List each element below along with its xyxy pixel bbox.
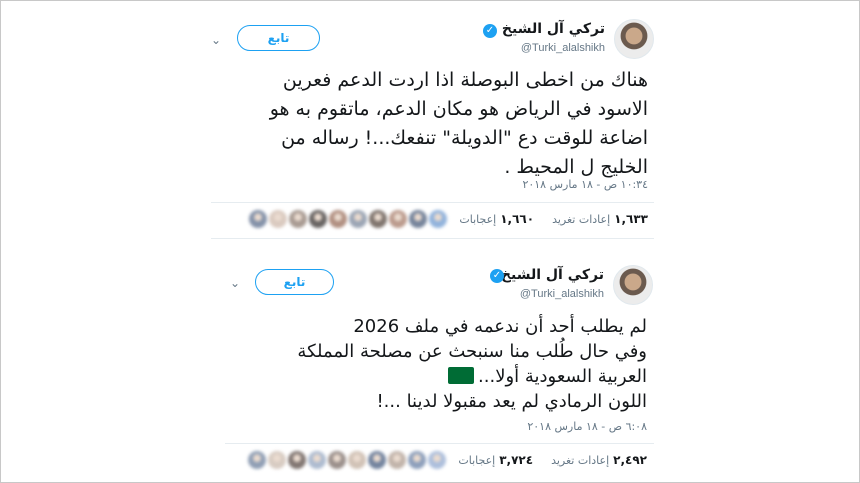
- liker-avatar[interactable]: [289, 210, 308, 228]
- tweet-line: العربية السعودية أولا...: [478, 366, 647, 387]
- retweet-label[interactable]: إعادات تغريد: [552, 213, 610, 226]
- like-label[interactable]: إعجابات: [459, 213, 496, 226]
- liker-avatar[interactable]: [308, 451, 327, 469]
- tweet-card: تركي آل الشيخ ✓ @Turki_alalshikh تابع ⌄ …: [225, 255, 660, 483]
- author-name[interactable]: تركي آل الشيخ: [502, 21, 605, 37]
- liker-avatar[interactable]: [329, 210, 348, 228]
- tweet-timestamp[interactable]: ١٠:٣٤ ص - ١٨ مارس ٢٠١٨: [522, 178, 648, 191]
- liker-avatar[interactable]: [409, 210, 428, 228]
- like-count[interactable]: ١,٦٦٠: [500, 212, 534, 226]
- avatar[interactable]: [614, 19, 654, 59]
- liker-avatar[interactable]: [368, 451, 387, 469]
- retweet-label[interactable]: إعادات تغريد: [551, 454, 609, 467]
- liker-avatar[interactable]: [408, 451, 427, 469]
- liker-avatars[interactable]: [249, 210, 448, 228]
- verified-badge-icon: ✓: [483, 24, 497, 38]
- avatar[interactable]: [613, 265, 653, 305]
- chevron-down-icon[interactable]: ⌄: [209, 33, 223, 47]
- liker-avatar[interactable]: [429, 210, 448, 228]
- like-label[interactable]: إعجابات: [458, 454, 495, 467]
- follow-button[interactable]: تابع: [255, 269, 334, 295]
- tweet-card: تركي آل الشيخ ✓ @Turki_alalshikh تابع ⌄ …: [205, 0, 660, 246]
- liker-avatar[interactable]: [349, 210, 368, 228]
- liker-avatar[interactable]: [269, 210, 288, 228]
- tweet-line: اضاعة للوقت دع "الدويلة" تنفعك...! رساله…: [281, 127, 648, 149]
- follow-button[interactable]: تابع: [237, 25, 320, 51]
- liker-avatar[interactable]: [348, 451, 367, 469]
- retweet-count[interactable]: ٢,٤٩٢: [613, 453, 647, 467]
- liker-avatar[interactable]: [388, 451, 407, 469]
- liker-avatars[interactable]: [248, 451, 447, 469]
- verified-badge-icon: ✓: [490, 269, 504, 283]
- divider: [211, 238, 654, 239]
- liker-avatar[interactable]: [369, 210, 388, 228]
- tweet-line-with-flag: العربية السعودية أولا...: [444, 364, 647, 390]
- liker-avatar[interactable]: [309, 210, 328, 228]
- liker-avatar[interactable]: [249, 210, 268, 228]
- liker-avatar[interactable]: [268, 451, 287, 469]
- tweet-line: وفي حال طُلب منا سنبحث عن مصلحة المملكة: [297, 341, 647, 362]
- liker-avatar[interactable]: [389, 210, 408, 228]
- tweet-stats: ١,٦٣٣ إعادات تغريد ١,٦٦٠ إعجابات: [249, 210, 648, 228]
- author-handle[interactable]: @Turki_alalshikh: [520, 288, 604, 300]
- tweet-stats: ٢,٤٩٢ إعادات تغريد ٣,٧٢٤ إعجابات: [248, 451, 647, 469]
- tweet-line: لم يطلب أحد أن ندعمه في ملف 2026: [353, 316, 647, 337]
- like-count[interactable]: ٣,٧٢٤: [499, 453, 533, 467]
- tweet-line: هناك من اخطى البوصلة اذا اردت الدعم فعري…: [282, 69, 648, 91]
- liker-avatar[interactable]: [428, 451, 447, 469]
- author-name[interactable]: تركي آل الشيخ: [501, 267, 604, 283]
- tweet-line: الاسود في الرياض هو مكان الدعم، ماتقوم ب…: [269, 98, 648, 120]
- divider: [225, 443, 654, 444]
- divider: [211, 202, 654, 203]
- liker-avatar[interactable]: [248, 451, 267, 469]
- tweet-timestamp[interactable]: ٦:٠٨ ص - ١٨ مارس ٢٠١٨: [527, 420, 647, 433]
- chevron-down-icon[interactable]: ⌄: [228, 276, 242, 290]
- tweet-line: اللون الرمادي لم يعد مقبولا لدينا ...!: [376, 391, 647, 412]
- author-handle[interactable]: @Turki_alalshikh: [521, 42, 605, 54]
- liker-avatar[interactable]: [288, 451, 307, 469]
- liker-avatar[interactable]: [328, 451, 347, 469]
- saudi-flag-icon: [448, 367, 475, 384]
- retweet-count[interactable]: ١,٦٣٣: [614, 212, 648, 226]
